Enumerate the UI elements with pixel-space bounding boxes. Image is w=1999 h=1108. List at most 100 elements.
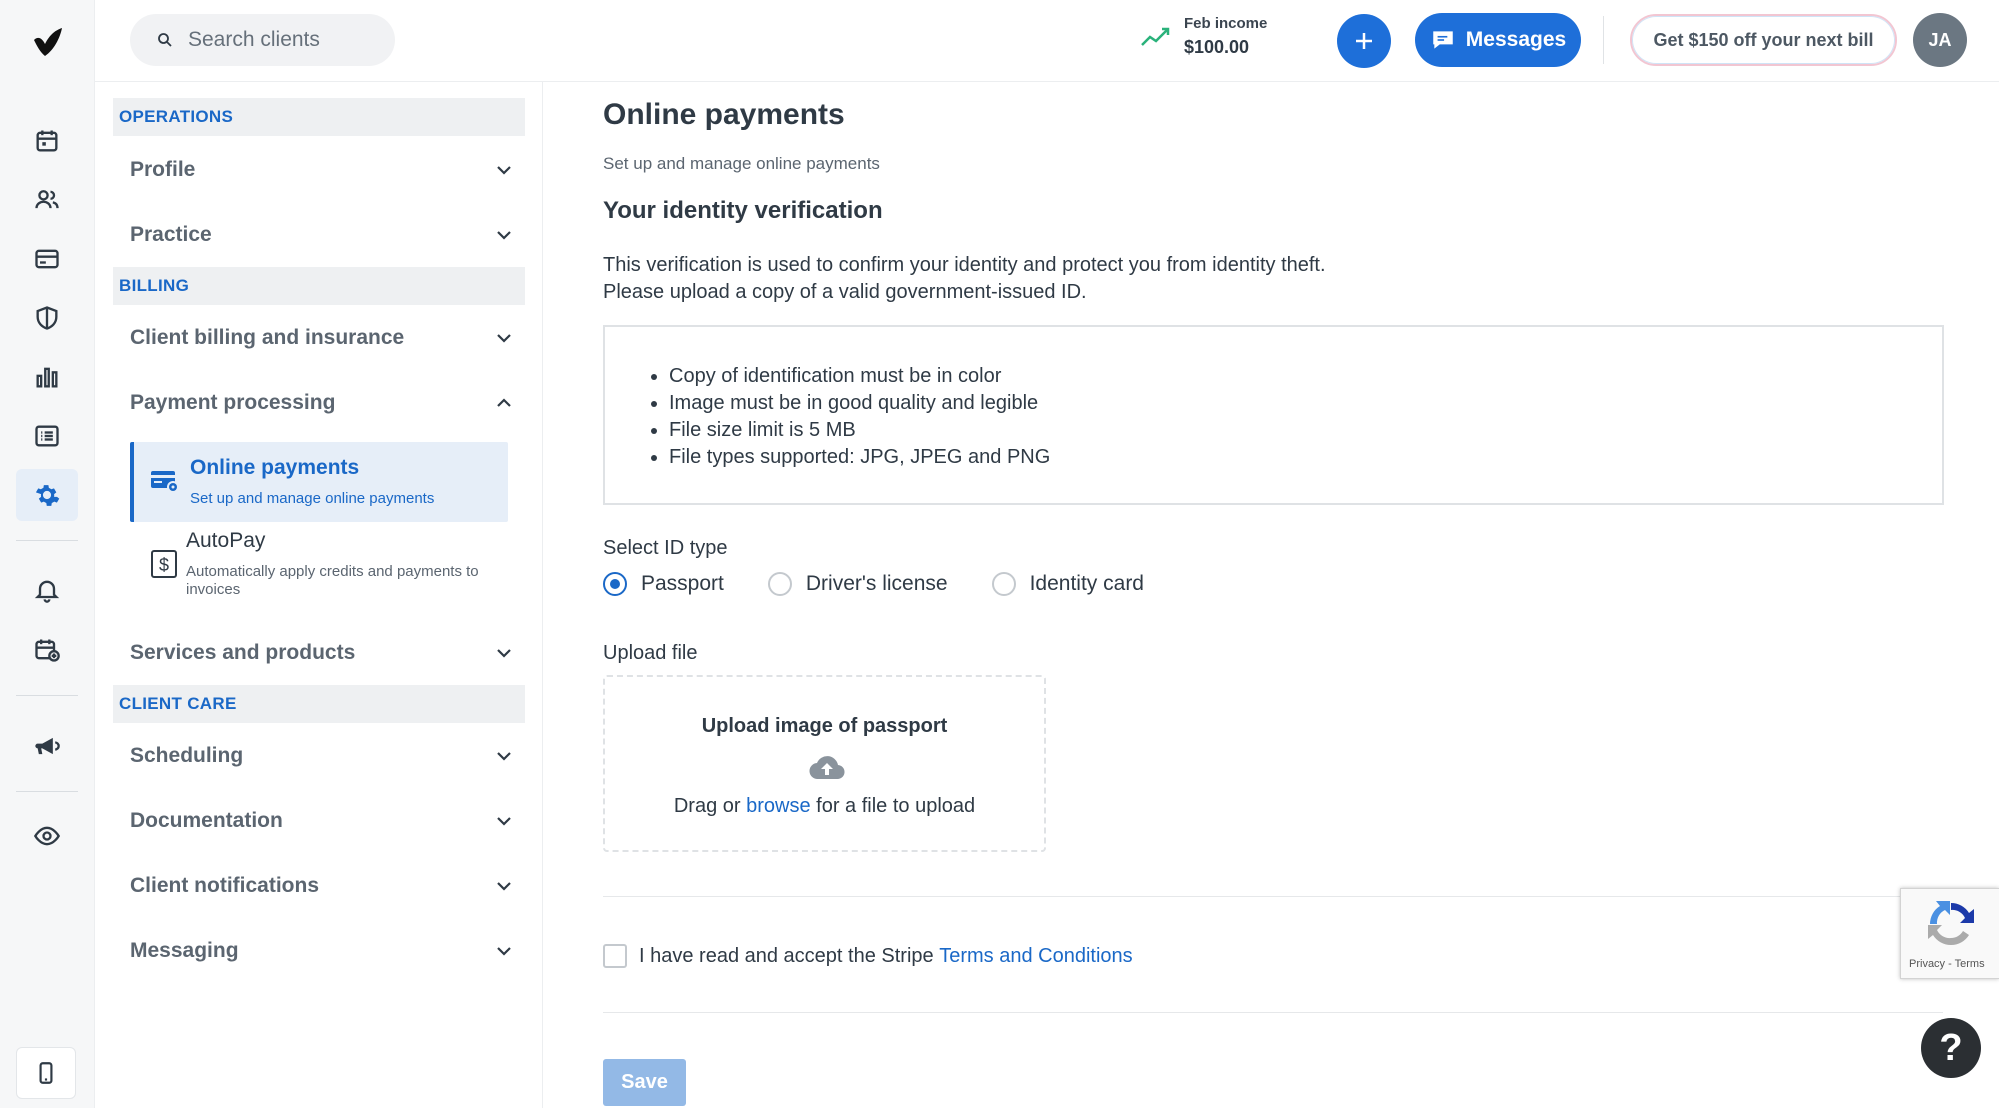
divider bbox=[603, 1012, 1943, 1013]
sidebar-item-label: Client notifications bbox=[130, 874, 319, 897]
sidebar-item-documentation[interactable]: Documentation bbox=[130, 795, 514, 847]
upload-dropzone[interactable]: Upload image of passport Drag or browse … bbox=[603, 675, 1046, 852]
terms-checkbox[interactable] bbox=[603, 944, 627, 968]
income-label: Feb income bbox=[1184, 15, 1268, 32]
calendar-add-icon[interactable] bbox=[16, 624, 78, 676]
page-title: Online payments bbox=[603, 98, 845, 131]
upload-label: Upload file bbox=[603, 642, 698, 664]
sidebar-item-label: Scheduling bbox=[130, 744, 244, 767]
income-summary[interactable]: Feb income $100.00 bbox=[1140, 14, 1267, 60]
bar-chart-icon[interactable] bbox=[16, 351, 78, 403]
dollar-document-icon: $ bbox=[151, 550, 177, 578]
radio-label: Driver's license bbox=[805, 572, 948, 595]
sidebar-item-label: Client billing and insurance bbox=[130, 326, 405, 349]
recaptcha-icon bbox=[1928, 901, 1974, 946]
sidebar-item-services-products[interactable]: Services and products bbox=[130, 627, 514, 679]
browse-link[interactable]: browse bbox=[746, 795, 810, 817]
chevron-down-icon bbox=[497, 166, 511, 175]
logo-icon[interactable] bbox=[28, 22, 68, 62]
topbar-divider bbox=[1603, 16, 1604, 64]
chevron-down-icon bbox=[497, 231, 511, 240]
id-type-radio-group: Passport Driver's license Identity card bbox=[603, 569, 1188, 599]
upload-drag-text: Drag or bbox=[673, 795, 741, 817]
sidebar-item-label: Practice bbox=[130, 223, 212, 246]
promo-button[interactable]: Get $150 off your next bill bbox=[1630, 14, 1897, 66]
bell-icon[interactable] bbox=[16, 564, 78, 616]
upload-instructions: Drag or browse for a file to upload bbox=[605, 795, 1044, 818]
cloud-upload-icon bbox=[809, 756, 845, 780]
radio-drivers-license[interactable]: Driver's license bbox=[767, 572, 948, 596]
list-icon[interactable] bbox=[16, 410, 78, 462]
section-title: Your identity verification bbox=[603, 197, 883, 224]
shield-icon[interactable] bbox=[16, 292, 78, 344]
chevron-down-icon bbox=[497, 882, 511, 891]
sidebar-item-label: Documentation bbox=[130, 809, 283, 832]
list-item: File types supported: JPG, JPEG and PNG bbox=[669, 444, 1050, 471]
chevron-down-icon bbox=[497, 334, 511, 343]
section-header-client-care: CLIENT CARE bbox=[113, 685, 525, 723]
list-item: Image must be in good quality and legibl… bbox=[669, 390, 1050, 417]
subitem-title: Online payments bbox=[190, 456, 360, 479]
income-value: $100.00 bbox=[1184, 37, 1250, 57]
sidebar-subitem-online-payments[interactable]: Online payments Set up and manage online… bbox=[130, 442, 508, 522]
terms-link[interactable]: Terms and Conditions bbox=[939, 945, 1132, 968]
subitem-desc: Automatically apply credits and payments… bbox=[186, 563, 479, 598]
eye-icon[interactable] bbox=[16, 810, 78, 862]
sidebar-item-client-notifications[interactable]: Client notifications bbox=[130, 860, 514, 912]
save-button[interactable]: Save bbox=[603, 1059, 686, 1106]
settings-sidebar: OPERATIONS Profile Practice BILLING Clie… bbox=[95, 82, 543, 1108]
calendar-icon[interactable] bbox=[16, 115, 78, 167]
radio-button[interactable] bbox=[767, 572, 792, 596]
rail-divider bbox=[16, 540, 78, 541]
add-button[interactable] bbox=[1337, 14, 1391, 68]
list-item: File size limit is 5 MB bbox=[669, 417, 1050, 444]
radio-label: Identity card bbox=[1029, 572, 1144, 595]
section-header-operations: OPERATIONS bbox=[113, 98, 525, 136]
mobile-phone-icon[interactable] bbox=[16, 1047, 76, 1099]
search-icon bbox=[158, 33, 172, 47]
recaptcha-badge[interactable]: Privacy - Terms bbox=[1900, 888, 1999, 979]
upload-rest-text: for a file to upload bbox=[816, 795, 976, 817]
chevron-down-icon bbox=[497, 649, 511, 658]
divider bbox=[603, 896, 1943, 897]
sidebar-item-label: Payment processing bbox=[130, 391, 336, 414]
search-input[interactable] bbox=[188, 28, 388, 52]
card-settings-icon bbox=[151, 471, 179, 493]
chevron-up-icon bbox=[497, 398, 511, 407]
sidebar-subitem-autopay[interactable]: $ AutoPay Automatically apply credits an… bbox=[134, 529, 512, 599]
rail-divider bbox=[16, 695, 78, 696]
search-box[interactable] bbox=[130, 14, 395, 66]
icon-rail bbox=[0, 0, 95, 1108]
sidebar-item-payment-processing[interactable]: Payment processing bbox=[130, 377, 514, 429]
upload-title: Upload image of passport bbox=[701, 715, 948, 737]
clients-icon[interactable] bbox=[16, 174, 78, 226]
sidebar-item-messaging[interactable]: Messaging bbox=[130, 925, 514, 977]
chevron-down-icon bbox=[497, 752, 511, 761]
list-item: Copy of identification must be in color bbox=[669, 363, 1050, 390]
intro-line: This verification is used to confirm you… bbox=[603, 254, 1326, 276]
svg-text:$: $ bbox=[159, 555, 169, 575]
help-button[interactable]: ? bbox=[1921, 1018, 1981, 1078]
radio-identity-card[interactable]: Identity card bbox=[991, 572, 1144, 596]
terms-text: I have read and accept the Stripe bbox=[639, 944, 934, 967]
sidebar-item-profile[interactable]: Profile bbox=[130, 144, 514, 196]
settings-gear-icon[interactable] bbox=[16, 469, 78, 521]
subitem-desc: Set up and manage online payments bbox=[190, 490, 435, 507]
radio-passport[interactable]: Passport bbox=[603, 572, 724, 596]
sidebar-item-client-billing[interactable]: Client billing and insurance bbox=[130, 312, 514, 364]
megaphone-icon[interactable] bbox=[16, 720, 78, 772]
radio-button-selected[interactable] bbox=[603, 572, 627, 596]
recaptcha-links[interactable]: Privacy - Terms bbox=[1909, 958, 1985, 970]
sidebar-item-label: Messaging bbox=[130, 939, 239, 962]
avatar[interactable]: JA bbox=[1913, 13, 1967, 67]
id-type-label: Select ID type bbox=[603, 537, 728, 559]
sidebar-item-scheduling[interactable]: Scheduling bbox=[130, 730, 514, 782]
radio-label: Passport bbox=[641, 572, 724, 595]
sidebar-item-practice[interactable]: Practice bbox=[130, 209, 514, 261]
sidebar-item-label: Services and products bbox=[130, 641, 356, 664]
messages-button[interactable]: Messages bbox=[1415, 13, 1581, 67]
requirements-list: Copy of identification must be in color … bbox=[669, 363, 1050, 471]
requirements-box: Copy of identification must be in color … bbox=[603, 325, 1944, 505]
radio-button[interactable] bbox=[991, 572, 1016, 596]
billing-card-icon[interactable] bbox=[16, 233, 78, 285]
